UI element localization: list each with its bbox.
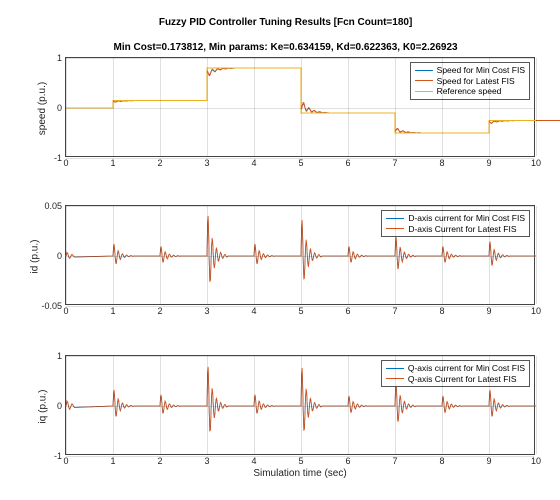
ytick: -1 — [54, 451, 62, 461]
xtick: 9 — [486, 456, 491, 466]
xtick: 5 — [298, 456, 303, 466]
axes-speed[interactable]: speed (p.u.) Speed for Min Cost FISSpeed… — [65, 57, 535, 157]
xtick: 5 — [298, 158, 303, 168]
legend-label: Reference speed — [437, 86, 502, 97]
xtick: 5 — [298, 306, 303, 316]
legend-label: Speed for Latest FIS — [437, 76, 515, 87]
xtick: 7 — [392, 456, 397, 466]
figure-window: Fuzzy PID Controller Tuning Results [Fcn… — [0, 0, 560, 500]
xtick: 0 — [63, 456, 68, 466]
xtick: 4 — [251, 456, 256, 466]
xtick: 6 — [345, 158, 350, 168]
xtick: 7 — [392, 306, 397, 316]
axes-id[interactable]: id (p.u.) D-axis current for Min Cost FI… — [65, 205, 535, 305]
xtick: 0 — [63, 158, 68, 168]
xtick: 4 — [251, 158, 256, 168]
legend-label: Q-axis current for Min Cost FIS — [408, 363, 525, 374]
legend-entry: D-axis Current for Latest FIS — [386, 224, 525, 235]
xtick: 7 — [392, 158, 397, 168]
xtick: 10 — [531, 158, 541, 168]
xtick: 2 — [157, 306, 162, 316]
xtick: 1 — [110, 456, 115, 466]
xtick: 3 — [204, 306, 209, 316]
ytick: 0 — [57, 251, 62, 261]
legend-entry: D-axis current for Min Cost FIS — [386, 213, 525, 224]
xtick: 6 — [345, 456, 350, 466]
xtick: 9 — [486, 158, 491, 168]
ylabel-id: id (p.u.) — [29, 240, 40, 274]
legend-label: Speed for Min Cost FIS — [437, 65, 525, 76]
xtick: 10 — [531, 306, 541, 316]
xtick: 1 — [110, 158, 115, 168]
legend-speed[interactable]: Speed for Min Cost FISSpeed for Latest F… — [410, 62, 530, 100]
legend-entry: Q-axis current for Min Cost FIS — [386, 363, 525, 374]
ytick: 1 — [57, 351, 62, 361]
xtick: 0 — [63, 306, 68, 316]
legend-label: D-axis current for Min Cost FIS — [408, 213, 525, 224]
xlabel: Simulation time (sec) — [253, 468, 346, 479]
xtick: 8 — [439, 158, 444, 168]
ylabel-iq: iq (p.u.) — [37, 390, 48, 424]
ytick: -1 — [54, 153, 62, 163]
legend-entry: Speed for Min Cost FIS — [415, 65, 525, 76]
xtick: 4 — [251, 306, 256, 316]
legend-label: D-axis Current for Latest FIS — [408, 224, 516, 235]
xtick: 8 — [439, 306, 444, 316]
xtick: 9 — [486, 306, 491, 316]
legend-entry: Q-axis Current for Latest FIS — [386, 374, 525, 385]
ytick: -0.05 — [41, 301, 62, 311]
legend-iq[interactable]: Q-axis current for Min Cost FISQ-axis Cu… — [381, 360, 530, 387]
xtick: 10 — [531, 456, 541, 466]
xtick: 3 — [204, 456, 209, 466]
ytick: 0 — [57, 103, 62, 113]
ytick: 1 — [57, 53, 62, 63]
legend-entry: Reference speed — [415, 86, 525, 97]
ytick: 0.05 — [44, 201, 62, 211]
title-line-1: Fuzzy PID Controller Tuning Results [Fcn… — [159, 17, 412, 28]
ylabel-speed: speed (p.u.) — [37, 82, 48, 135]
xtick: 6 — [345, 306, 350, 316]
legend-id[interactable]: D-axis current for Min Cost FISD-axis Cu… — [381, 210, 530, 237]
xtick: 2 — [157, 456, 162, 466]
xtick: 8 — [439, 456, 444, 466]
xtick: 3 — [204, 158, 209, 168]
axes-iq[interactable]: iq (p.u.) Simulation time (sec) Q-axis c… — [65, 355, 535, 455]
xtick: 2 — [157, 158, 162, 168]
title-line-2: Min Cost=0.173812, Min params: Ke=0.6341… — [114, 42, 458, 53]
ytick: 0 — [57, 401, 62, 411]
legend-label: Q-axis Current for Latest FIS — [408, 374, 517, 385]
xtick: 1 — [110, 306, 115, 316]
legend-entry: Speed for Latest FIS — [415, 76, 525, 87]
